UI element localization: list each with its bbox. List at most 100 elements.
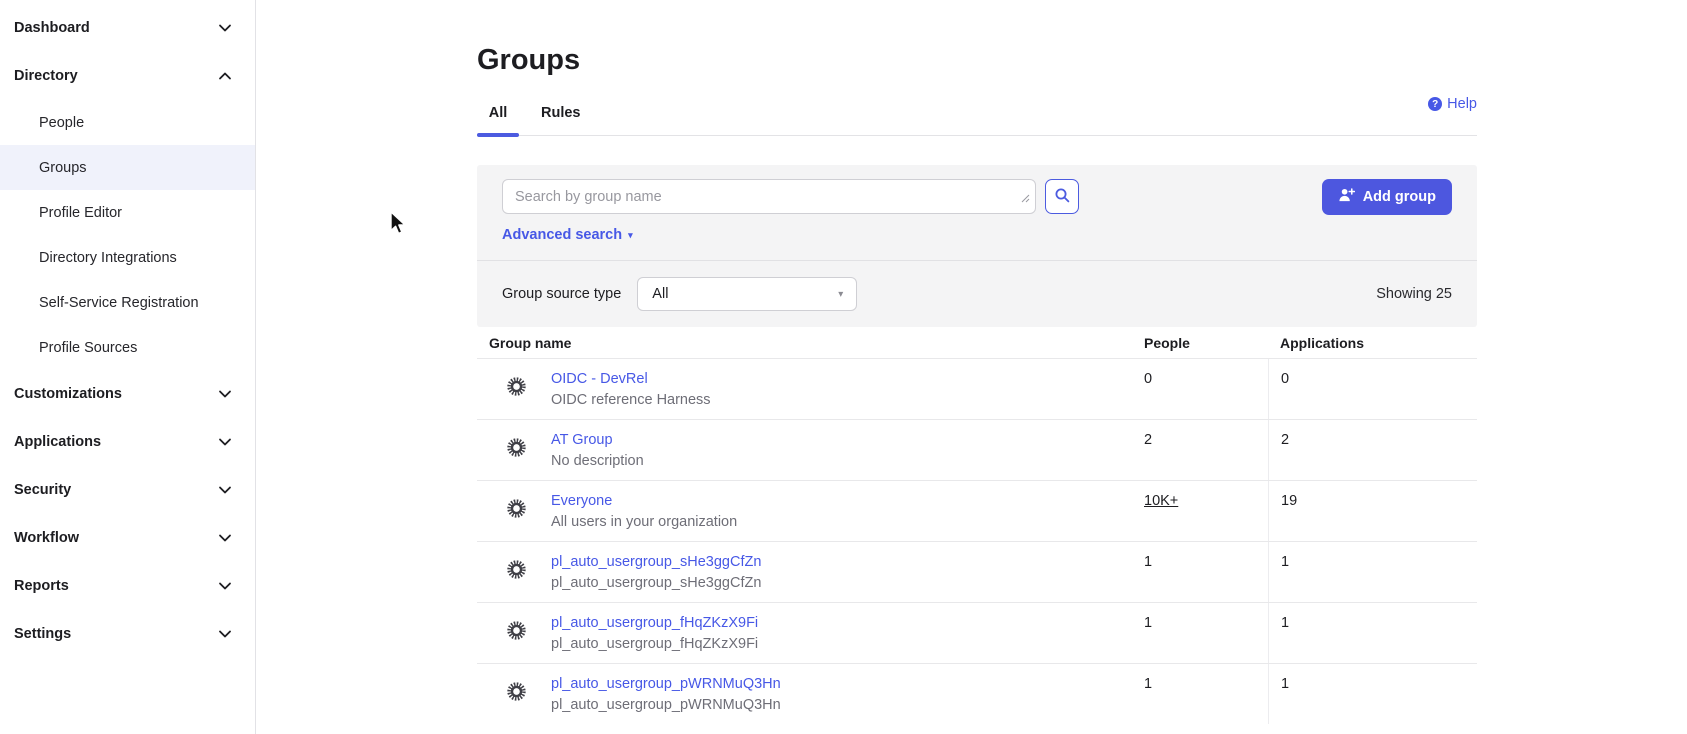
group-description: pl_auto_usergroup_sHe3ggCfZn [551,575,761,591]
tab-all[interactable]: All [477,105,519,135]
group-description: pl_auto_usergroup_fHqZKzX9Fi [551,636,758,652]
chevron-up-icon [217,68,233,84]
sidebar-item-label: People [39,115,84,131]
help-label: Help [1447,96,1477,112]
search-panel: Add group Advanced search ▾ Group source… [477,165,1477,327]
people-count: 0 [1144,359,1268,387]
sidebar-item-label: Self-Service Registration [39,295,199,311]
sidebar-item-customizations[interactable]: Customizations [0,370,255,418]
tab-rules[interactable]: Rules [541,105,581,135]
column-header-group-name: Group name [477,335,1144,351]
applications-count: 0 [1268,359,1477,419]
chevron-down-icon [217,20,233,36]
help-question-icon: ? [1428,97,1442,111]
sidebar-item-label: Directory Integrations [39,250,177,266]
table-row: pl_auto_usergroup_fHqZKzX9Fi pl_auto_use… [477,602,1477,663]
page-title: Groups [477,42,1477,78]
people-count: 1 [1144,542,1268,570]
sidebar-item-self-service-registration[interactable]: Self-Service Registration [0,280,255,325]
sidebar: Dashboard Directory People Groups Profil… [0,0,256,734]
group-name-link[interactable]: pl_auto_usergroup_fHqZKzX9Fi [551,615,758,631]
chevron-down-icon [217,482,233,498]
add-group-icon [1338,187,1355,207]
sidebar-item-label: Customizations [14,386,122,402]
sidebar-item-label: Dashboard [14,20,90,36]
group-name-link[interactable]: pl_auto_usergroup_pWRNMuQ3Hn [551,676,781,692]
groups-table: Group name People Applications OIDC - De… [477,327,1477,724]
group-name-link[interactable]: AT Group [551,432,644,448]
sidebar-item-profile-editor[interactable]: Profile Editor [0,190,255,235]
table-row: Everyone All users in your organization … [477,480,1477,541]
sidebar-item-label: Settings [14,626,71,642]
chevron-down-icon [217,434,233,450]
sidebar-item-settings[interactable]: Settings [0,610,255,658]
sidebar-item-security[interactable]: Security [0,466,255,514]
group-icon [506,681,527,707]
people-count: 2 [1144,420,1268,448]
group-description: No description [551,453,644,469]
sidebar-item-reports[interactable]: Reports [0,562,255,610]
sidebar-item-label: Workflow [14,530,79,546]
add-group-button[interactable]: Add group [1322,179,1452,215]
sidebar-item-label: Profile Editor [39,205,122,221]
group-name-link[interactable]: OIDC - DevRel [551,371,711,387]
table-header: Group name People Applications [477,327,1477,358]
caret-down-icon: ▾ [628,230,633,241]
applications-count: 1 [1268,603,1477,663]
table-row: pl_auto_usergroup_sHe3ggCfZn pl_auto_use… [477,541,1477,602]
group-icon [506,559,527,585]
add-group-label: Add group [1363,189,1436,205]
help-link[interactable]: ? Help [1428,96,1477,112]
group-icon [506,437,527,463]
chevron-down-icon [217,386,233,402]
search-button[interactable] [1045,179,1079,214]
sidebar-item-label: Reports [14,578,69,594]
sidebar-item-label: Profile Sources [39,340,137,356]
applications-count: 2 [1268,420,1477,480]
people-count: 1 [1144,664,1268,692]
table-row: pl_auto_usergroup_pWRNMuQ3Hn pl_auto_use… [477,663,1477,724]
group-description: OIDC reference Harness [551,392,711,408]
sidebar-item-directory[interactable]: Directory [0,52,255,100]
sidebar-item-label: Applications [14,434,101,450]
sidebar-item-groups[interactable]: Groups [0,145,255,190]
column-header-people: People [1144,335,1268,351]
group-source-type-select[interactable]: All ▾ [637,277,857,311]
chevron-down-icon [217,626,233,642]
main-area: Groups ? Help All Rules [256,0,1687,734]
chevron-down-icon [217,578,233,594]
select-value: All [652,286,668,302]
tab-bar: All Rules [477,105,1477,136]
group-source-type-label: Group source type [502,286,621,302]
advanced-search-link[interactable]: Advanced search ▾ [502,227,633,243]
group-name-link[interactable]: pl_auto_usergroup_sHe3ggCfZn [551,554,761,570]
sidebar-item-directory-integrations[interactable]: Directory Integrations [0,235,255,280]
group-description: pl_auto_usergroup_pWRNMuQ3Hn [551,697,781,713]
applications-count: 19 [1268,481,1477,541]
people-count-link[interactable]: 10K+ [1144,493,1178,509]
group-icon [506,498,527,524]
chevron-down-icon [217,530,233,546]
group-icon [506,620,527,646]
group-icon [506,376,527,402]
table-row: OIDC - DevRel OIDC reference Harness 0 0 [477,358,1477,419]
caret-down-icon: ▾ [838,289,843,300]
sidebar-item-label: Groups [39,160,87,176]
sidebar-item-dashboard[interactable]: Dashboard [0,4,255,52]
applications-count: 1 [1268,542,1477,602]
sidebar-item-workflow[interactable]: Workflow [0,514,255,562]
sidebar-item-label: Security [14,482,71,498]
group-description: All users in your organization [551,514,737,530]
search-icon [1054,187,1071,207]
showing-count: Showing 25 [1376,286,1452,302]
table-row: AT Group No description 2 2 [477,419,1477,480]
search-input[interactable] [502,179,1036,214]
sidebar-item-people[interactable]: People [0,100,255,145]
sidebar-item-label: Directory [14,68,78,84]
sidebar-item-applications[interactable]: Applications [0,418,255,466]
applications-count: 1 [1268,664,1477,724]
group-name-link[interactable]: Everyone [551,493,737,509]
sidebar-item-profile-sources[interactable]: Profile Sources [0,325,255,370]
people-count: 1 [1144,603,1268,631]
column-header-applications: Applications [1268,335,1477,351]
